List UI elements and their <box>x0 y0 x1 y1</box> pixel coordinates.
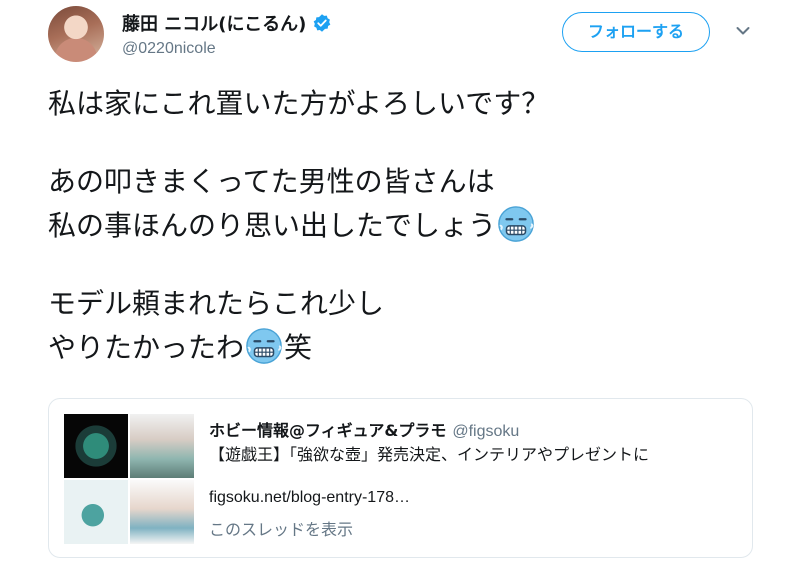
cold-face-emoji-icon <box>498 206 534 242</box>
verified-badge-icon <box>314 14 331 32</box>
tweet-line-text: 私の事ほんのり思い出したでしょう <box>48 209 497 242</box>
quoted-media-thumbnail[interactable] <box>130 414 194 478</box>
tweet-line-with-emoji: やりたかったわ 笑 <box>48 326 312 370</box>
display-name[interactable]: 藤田 ニコル(にこるん) <box>122 10 332 36</box>
tweet-line: あの叩きまくってた男性の皆さんは <box>48 165 495 198</box>
follow-button[interactable]: フォローする <box>562 12 710 52</box>
user-handle: @0220nicole <box>122 40 216 57</box>
quoted-link[interactable]: figsoku.net/blog-entry-178… <box>209 489 410 507</box>
chevron-down-icon[interactable] <box>736 26 750 36</box>
tweet-line-text: 笑 <box>284 331 313 364</box>
show-thread-link[interactable]: このスレッドを表示 <box>209 516 353 540</box>
quoted-media-thumbnail[interactable] <box>64 480 128 544</box>
quoted-tweet-card[interactable]: ホビー情報@フィギュア&プラモ @figsoku 【遊戯王】「強欲な壺」発売決定、… <box>48 398 753 558</box>
quoted-author-line: ホビー情報@フィギュア&プラモ @figsoku <box>209 417 519 441</box>
tweet-line-with-emoji: 私の事ほんのり思い出したでしょう <box>48 204 536 248</box>
cold-face-emoji-icon <box>246 328 282 364</box>
tweet-line-text: やりたかったわ <box>48 331 245 364</box>
tweet-line: モデル頼まれたらこれ少し <box>48 287 385 320</box>
quoted-author-name: ホビー情報@フィギュア&プラモ <box>209 421 447 440</box>
quoted-description: 【遊戯王】「強欲な壺」発売決定、インテリアやプレゼントに <box>209 445 650 464</box>
display-name-text: 藤田 ニコル(にこるん) <box>122 14 307 35</box>
quoted-author-handle: @figsoku <box>452 423 520 440</box>
quoted-media-thumbnail[interactable] <box>64 414 128 478</box>
tweet-line: 私は家にこれ置いた方がよろしいです？ <box>48 87 550 120</box>
avatar[interactable] <box>48 6 104 62</box>
quoted-media-thumbnail[interactable] <box>130 480 194 544</box>
